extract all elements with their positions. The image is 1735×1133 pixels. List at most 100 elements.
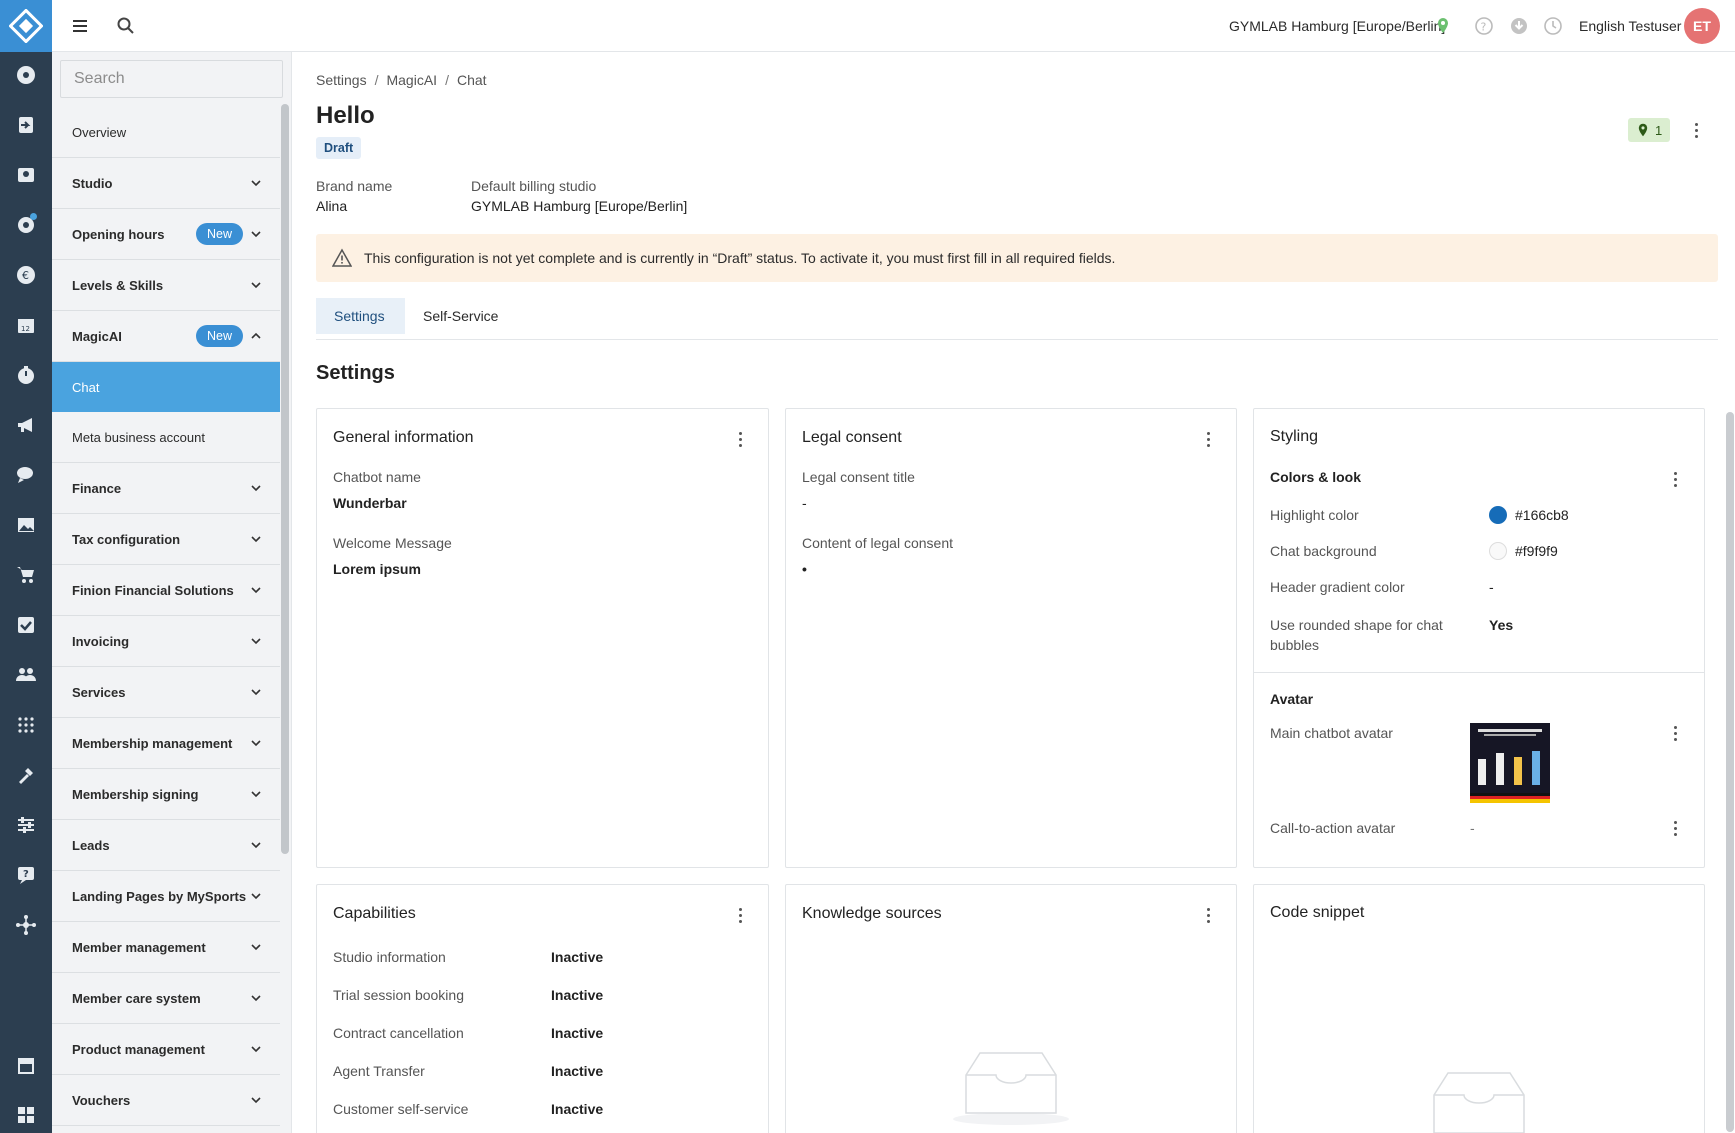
sliders-icon[interactable] [14,813,38,837]
rounded-shape-value: Yes [1489,617,1514,633]
capability-value: Inactive [551,987,604,1003]
tools-icon[interactable] [14,763,38,787]
location-pin-icon [1431,14,1455,38]
sidebar-scrollbar[interactable] [281,104,289,854]
sidebar-item-membership-signing[interactable]: Membership signing [52,769,280,820]
breadcrumb-magicai[interactable]: MagicAI [386,72,437,88]
main-scrollbar[interactable] [1726,412,1734,1132]
apps-grid-icon[interactable] [14,1103,38,1127]
chevron-down-icon [251,689,261,696]
sidebar-item-levels-skills[interactable]: Levels & Skills [52,260,280,311]
sidebar-item-label: Product management [72,1041,205,1057]
main-avatar-more-options-icon[interactable] [1665,723,1685,743]
sidebar-item-overview[interactable]: Overview [52,107,280,158]
dashboard-icon[interactable] [14,63,38,87]
help-icon[interactable]: ? [1472,14,1496,38]
svg-text:?: ? [23,869,29,880]
location-count-badge[interactable]: 1 [1628,118,1671,142]
clock-icon[interactable] [1541,14,1565,38]
sidebar-item-opening-hours[interactable]: Opening hours New [52,209,280,260]
legal-more-options-icon[interactable] [1198,429,1218,449]
settings-gear-icon[interactable] [14,213,38,237]
download-icon[interactable] [1507,14,1531,38]
menu-hamburger-icon[interactable] [68,14,92,38]
user-avatar[interactable]: ET [1684,8,1720,44]
sidebar-item-label: Member care system [72,990,201,1006]
rounded-shape-label-line1: Use rounded shape for chat [1270,617,1443,633]
chat-bubbles-icon[interactable] [14,463,38,487]
sidebar-item-label: Services [72,684,126,700]
general-more-options-icon[interactable] [730,429,750,449]
chevron-down-icon [251,180,261,187]
sidebar-item-vouchers[interactable]: Vouchers [52,1075,280,1126]
app-rail: € 12 ? [0,0,52,1133]
colors-more-options-icon[interactable] [1665,469,1685,489]
megaphone-icon[interactable] [14,413,38,437]
checkbox-icon[interactable] [14,613,38,637]
logo-icon [9,9,43,43]
legal-content-value: • [802,561,807,577]
image-icon[interactable] [14,513,38,537]
knowledge-more-options-icon[interactable] [1198,905,1218,925]
sidebar-item-membership-management[interactable]: Membership management [52,718,280,769]
sidebar-item-label: Member management [72,939,206,955]
sidebar-item-member-management[interactable]: Member management [52,922,280,973]
sidebar-item-leads[interactable]: Leads [52,820,280,871]
sidebar-item-product-management[interactable]: Product management [52,1024,280,1075]
cta-avatar-more-options-icon[interactable] [1665,818,1685,838]
sidebar-item-meta-business-account[interactable]: Meta business account [52,412,280,463]
sidebar-item-invoicing[interactable]: Invoicing [52,616,280,667]
highlight-color-swatch [1489,506,1507,524]
tab-self-service[interactable]: Self-Service [405,298,516,334]
sidebar-item-studio[interactable]: Studio [52,158,280,209]
current-studio[interactable]: GYMLAB Hamburg [Europe/Berlin] [1229,18,1445,34]
chevron-down-icon [251,791,261,798]
sidebar-item-chat[interactable]: Chat [52,362,280,412]
chatbot-name-value: Wunderbar [333,495,407,511]
calendar-icon[interactable]: 12 [14,313,38,337]
notification-dot [30,213,37,220]
euro-icon[interactable]: € [14,263,38,287]
stopwatch-icon[interactable] [14,363,38,387]
breadcrumb-settings[interactable]: Settings [316,72,367,88]
dots-grid-icon[interactable] [14,713,38,737]
warning-text: This configuration is not yet complete a… [364,250,1116,266]
check-in-icon[interactable] [14,113,38,137]
inbox-icon[interactable] [14,163,38,187]
sidebar-item-services[interactable]: Services [52,667,280,718]
users-icon[interactable] [14,663,38,687]
highlight-color-value: #166cb8 [1515,507,1569,523]
card-title: Legal consent [802,429,902,446]
sidebar-item-landing-pages[interactable]: Landing Pages by MySports [52,871,280,922]
app-logo[interactable] [0,0,52,52]
help-chat-icon[interactable]: ? [14,863,38,887]
sidebar-item-finion[interactable]: Finion Financial Solutions [52,565,280,616]
sidebar-item-member-care-system[interactable]: Member care system [52,973,280,1024]
page-more-options-icon[interactable] [1686,120,1706,140]
network-icon[interactable] [14,913,38,937]
location-count: 1 [1655,122,1663,138]
styling-card: Styling Colors & look Highlight color #1… [1253,408,1705,868]
draft-warning-banner: This configuration is not yet complete a… [316,234,1718,282]
user-name[interactable]: English Testuser [1579,18,1681,34]
brand-name-value: Alina [316,198,348,214]
main-avatar-image[interactable] [1470,723,1550,803]
capabilities-more-options-icon[interactable] [730,905,750,925]
search-icon[interactable] [114,14,138,38]
tab-settings[interactable]: Settings [316,298,405,334]
empty-inbox-icon [953,1052,1069,1125]
cart-icon[interactable] [14,563,38,587]
svg-text:€: € [22,269,29,282]
svg-text:12: 12 [21,325,30,333]
avatar-preview-image [1470,723,1550,803]
sidebar-item-magicai[interactable]: MagicAI New [52,311,280,362]
capability-value: Inactive [551,949,604,965]
sidebar-search-input[interactable] [60,60,283,98]
sidebar-item-finance[interactable]: Finance [52,463,280,514]
sidebar-item-tax-configuration[interactable]: Tax configuration [52,514,280,565]
store-icon[interactable] [14,1053,38,1077]
legal-title-value: - [802,495,807,511]
breadcrumb-separator: / [445,72,449,88]
cta-avatar-value: - [1470,820,1475,836]
location-pin-icon [1638,123,1648,137]
